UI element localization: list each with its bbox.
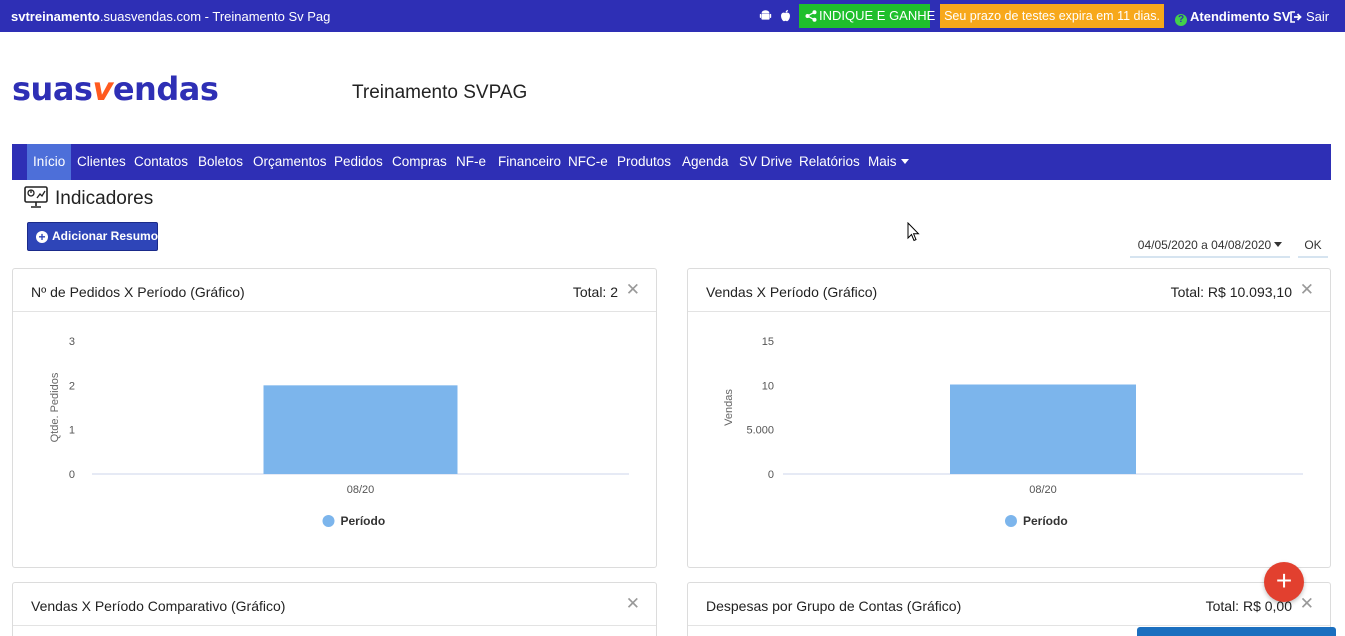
- nav-item-financeiro[interactable]: Financeiro: [498, 144, 561, 180]
- nav-item-compras[interactable]: Compras: [392, 144, 447, 180]
- x-tick-label: 08/20: [347, 484, 375, 496]
- page-title: Indicadores: [55, 188, 154, 209]
- indique-label: INDIQUE E GANHE: [819, 8, 936, 23]
- x-tick-label: 08/20: [1029, 484, 1057, 496]
- apple-icon[interactable]: [779, 9, 792, 22]
- legend-label: Período: [1023, 514, 1068, 528]
- date-range-picker[interactable]: 04/05/2020 a 04/08/2020: [1130, 233, 1290, 258]
- legend-marker: [322, 515, 335, 527]
- nav-item-relatorios[interactable]: Relatórios: [799, 144, 860, 180]
- card-header: Vendas X Período Comparativo (Gráfico) ✕: [13, 583, 656, 626]
- y-axis-label: Vendas: [723, 389, 735, 426]
- mouse-cursor-icon: [907, 222, 920, 242]
- nav-item-boletos[interactable]: Boletos: [198, 144, 243, 180]
- card-total: Total: R$ 10.093,10: [1170, 284, 1292, 300]
- dashboard-monitor-icon: [24, 186, 48, 208]
- card-total: Total: 2: [572, 284, 618, 300]
- y-axis-label: Qtde. Pedidos: [49, 372, 61, 442]
- share-icon: [805, 10, 817, 22]
- card-pedidos-periodo: Nº de Pedidos X Período (Gráfico) Total:…: [12, 268, 657, 568]
- company-name: Treinamento SVPAG: [352, 82, 528, 103]
- y-tick-label: 5.000: [746, 425, 774, 437]
- logout-link[interactable]: Sair: [1290, 9, 1329, 24]
- card-title: Nº de Pedidos X Período (Gráfico): [31, 284, 245, 300]
- site-name: svtreinamento.suasvendas.com - Treinamen…: [11, 9, 331, 24]
- add-fab-button[interactable]: +: [1264, 562, 1304, 602]
- card-header: Despesas por Grupo de Contas (Gráfico) T…: [688, 583, 1330, 626]
- date-ok-button[interactable]: OK: [1298, 233, 1328, 258]
- nav-item-pedidos[interactable]: Pedidos: [334, 144, 383, 180]
- y-tick-label: 2: [69, 380, 75, 392]
- suasvendas-logo[interactable]: suasvendas: [12, 70, 219, 108]
- y-tick-label: 3: [69, 336, 75, 348]
- bottom-chat-tab[interactable]: [1137, 627, 1336, 636]
- nav-item-sv-drive[interactable]: SV Drive: [739, 144, 792, 180]
- close-icon[interactable]: ✕: [1300, 280, 1314, 300]
- legend-label: Período: [341, 514, 386, 528]
- legend-marker: [1005, 515, 1017, 527]
- nav-item-agenda[interactable]: Agenda: [682, 144, 729, 180]
- nav-item-nfe[interactable]: NF-e: [456, 144, 486, 180]
- nav-item-produtos[interactable]: Produtos: [617, 144, 671, 180]
- card-vendas-periodo: Vendas X Período (Gráfico) Total: R$ 10.…: [687, 268, 1331, 568]
- y-tick-label: 0: [69, 469, 75, 481]
- atendimento-label: Atendimento SV: [1190, 9, 1291, 24]
- nav-item-mais[interactable]: Mais: [868, 144, 909, 180]
- nav-item-inicio[interactable]: Início: [27, 144, 72, 180]
- close-icon[interactable]: ✕: [626, 594, 640, 614]
- nav-item-clientes[interactable]: Clientes: [77, 144, 126, 180]
- pedidos-bar-chart: 0 1 2 3 Qtde. Pedidos 08/20 Período: [49, 336, 629, 528]
- y-tick-label: 0: [768, 469, 774, 481]
- y-tick-label: 15: [762, 336, 774, 348]
- y-tick-label: 1: [69, 425, 75, 437]
- sair-label: Sair: [1306, 9, 1330, 24]
- nav-item-orcamentos[interactable]: Orçamentos: [253, 144, 327, 180]
- plus-circle-icon: +: [36, 231, 48, 243]
- nav-item-nfce[interactable]: NFC-e: [568, 144, 608, 180]
- adicionar-resumo-label: Adicionar Resumo: [52, 229, 159, 243]
- card-header: Vendas X Período (Gráfico) Total: R$ 10.…: [688, 269, 1330, 312]
- indique-e-ganhe-button[interactable]: INDIQUE E GANHE: [799, 4, 935, 28]
- android-icon[interactable]: [759, 9, 772, 22]
- card-vendas-comparativo: Vendas X Período Comparativo (Gráfico) ✕: [12, 582, 657, 636]
- atendimento-link[interactable]: ? Atendimento SV: [1175, 9, 1290, 26]
- bar: [263, 385, 458, 474]
- top-bar: svtreinamento.suasvendas.com - Treinamen…: [0, 0, 1345, 32]
- close-icon[interactable]: ✕: [626, 280, 640, 300]
- card-title: Vendas X Período (Gráfico): [706, 284, 878, 300]
- adicionar-resumo-button[interactable]: + Adicionar Resumo: [27, 222, 158, 251]
- y-tick-label: 10: [762, 380, 774, 392]
- close-icon[interactable]: ✕: [1300, 594, 1314, 614]
- date-range-value: 04/05/2020 a 04/08/2020: [1137, 238, 1272, 252]
- sign-out-icon: [1290, 11, 1302, 23]
- chevron-down-icon: [1274, 242, 1283, 247]
- trial-expiry-badge[interactable]: Seu prazo de testes expira em 11 dias.: [940, 4, 1164, 28]
- mais-label: Mais: [868, 154, 897, 169]
- help-icon: ?: [1175, 14, 1187, 26]
- main-nav: Início Clientes Contatos Boletos Orçamen…: [12, 144, 1331, 180]
- vendas-bar-chart: 0 5.000 10 15 Vendas 08/20 Período: [723, 336, 1303, 528]
- card-title: Despesas por Grupo de Contas (Gráfico): [706, 598, 962, 614]
- bar: [950, 384, 1136, 474]
- chevron-down-icon: [900, 159, 909, 164]
- nav-item-contatos[interactable]: Contatos: [134, 144, 188, 180]
- card-title: Vendas X Período Comparativo (Gráfico): [31, 598, 286, 614]
- card-header: Nº de Pedidos X Período (Gráfico) Total:…: [13, 269, 656, 312]
